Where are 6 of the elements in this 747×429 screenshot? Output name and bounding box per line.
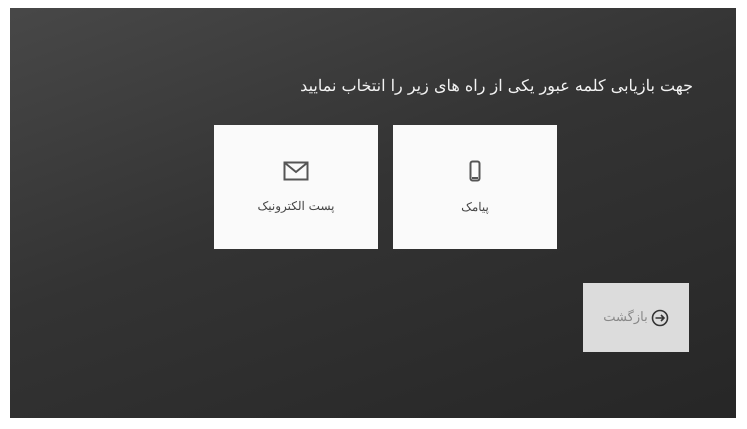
envelope-icon: [283, 161, 309, 181]
phone-icon: [469, 160, 481, 182]
email-option-button[interactable]: پست الکترونیک: [214, 125, 378, 249]
sms-option-button[interactable]: پیامک: [393, 125, 557, 249]
dialog-title: جهت بازیابی کلمه عبور یکی از راه های زیر را انتخاب نمایید: [300, 76, 693, 95]
arrow-right-circle-icon: [650, 308, 669, 326]
